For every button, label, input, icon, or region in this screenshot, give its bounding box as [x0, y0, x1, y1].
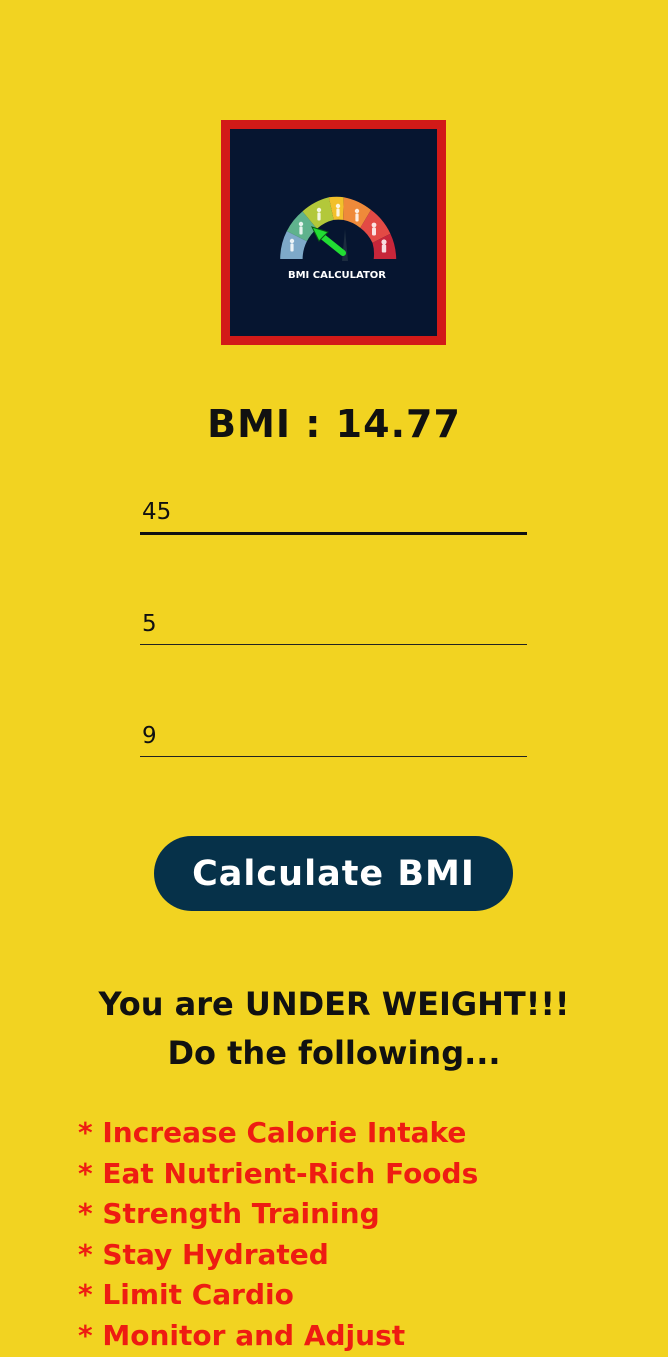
tip-item: * Stay Hydrated: [78, 1237, 329, 1271]
tips-list: * Increase Calorie Intake * Eat Nutrient…: [78, 1113, 478, 1357]
height-inches-input[interactable]: [140, 716, 527, 756]
tip-item: * Limit Cardio: [78, 1278, 294, 1312]
tip-item: * Increase Calorie Intake: [78, 1116, 467, 1149]
tip-item: * Eat Nutrient-Rich Foods: [78, 1156, 479, 1190]
advice-heading: You are UNDER WEIGHT!!! Do the following…: [0, 980, 668, 1078]
height-feet-input[interactable]: [140, 604, 527, 644]
tip-item: * Monitor and Adjust: [78, 1318, 406, 1352]
app-logo: BMI CALCULATOR: [221, 120, 446, 345]
weight-field[interactable]: [140, 492, 527, 535]
height-feet-field[interactable]: [140, 604, 527, 645]
advice-instruction: Do the following...: [167, 1034, 501, 1072]
calculate-bmi-button[interactable]: Calculate BMI: [154, 836, 513, 911]
weight-status: You are UNDER WEIGHT!!!: [98, 985, 570, 1023]
gauge-icon: BMI CALCULATOR: [280, 196, 397, 281]
logo-caption: BMI CALCULATOR: [288, 270, 386, 281]
tip-item: * Strength Training: [78, 1197, 380, 1231]
weight-input[interactable]: [140, 492, 527, 532]
height-inches-field[interactable]: [140, 716, 527, 757]
bmi-result: BMI : 14.77: [207, 402, 461, 446]
needle-icon: [311, 226, 348, 261]
